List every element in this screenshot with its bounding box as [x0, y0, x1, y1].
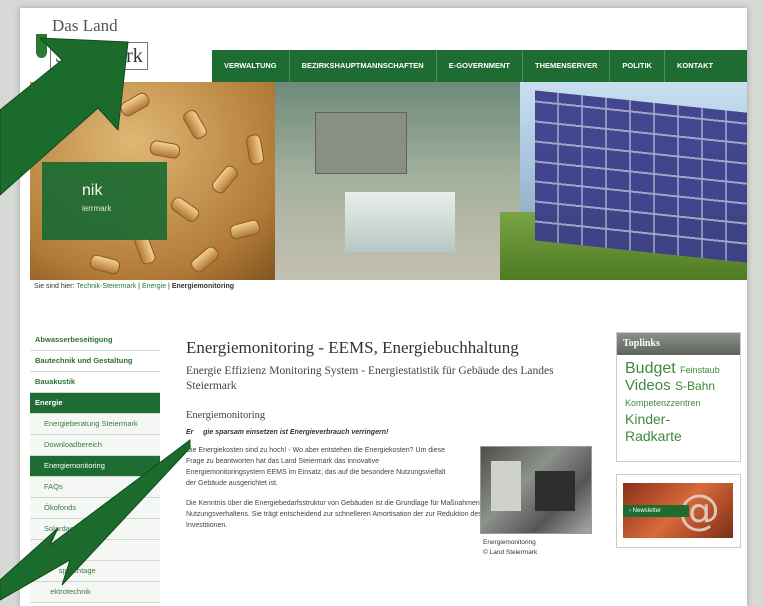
lead-text: Er gie sparsam einsetzen ist Energieverb…: [186, 429, 389, 436]
breadcrumb-prefix: Sie sind hier:: [34, 283, 75, 290]
sidebar-item-sprechtage[interactable]: sprechtage: [30, 561, 160, 582]
breadcrumb-current: Energiemonitoring: [171, 283, 235, 290]
page-subtitle: Energie Effizienz Monitoring System - En…: [186, 365, 554, 392]
banner-title: nik: [82, 182, 103, 199]
sidebar-item-partial-1[interactable]: ngen: [30, 540, 160, 561]
nav-item-kontakt[interactable]: KONTAKT: [665, 50, 725, 82]
page-title: Energiemonitoring - EEMS, Energiebuchhal…: [186, 338, 519, 357]
tag-s-bahn[interactable]: S-Bahn: [675, 379, 715, 393]
newsletter-box[interactable]: @ › Newsletter: [616, 474, 741, 548]
photo-caption: Energiemonitoring © Land Steiermark: [483, 538, 537, 558]
logo[interactable]: Das Land Steiermark: [28, 14, 163, 74]
main-nav: VERWALTUNG BEZIRKSHAUPTMANNSCHAFTEN E-GO…: [212, 50, 747, 82]
sidebar-item-faqs[interactable]: FAQs: [30, 477, 160, 498]
sidebar-item-elektrotechnik[interactable]: ektrotechnik: [30, 582, 160, 603]
banner-treatment-plant-image: [275, 82, 520, 280]
tag-budget[interactable]: Budget: [625, 360, 676, 377]
newsletter-label[interactable]: › Newsletter: [623, 505, 689, 517]
newsletter-image: @ › Newsletter: [623, 483, 733, 538]
nav-item-verwaltung[interactable]: VERWALTUNG: [212, 50, 290, 82]
sidebar-item-oekofonds[interactable]: Ökofonds: [30, 498, 160, 519]
photo-caption-credit: © Land Steiermark: [483, 549, 538, 556]
tag-videos[interactable]: Videos: [625, 377, 671, 394]
section-heading: Energiemonitoring: [186, 410, 266, 421]
sidebar-item-solardach[interactable]: Solardac ermark: [30, 519, 160, 540]
breadcrumb-separator: |: [168, 283, 170, 290]
sidebar-item-energiemonitoring[interactable]: Energiemonitoring: [30, 456, 160, 477]
energiemonitoring-photo[interactable]: [480, 446, 592, 534]
toplinks-box: Toplinks Budget Feinstaub Videos S-Bahn …: [616, 332, 741, 462]
logo-line-2: Steiermark: [50, 42, 148, 70]
paragraph-1: Die Energiekosten sind zu hoch! - Wo abe…: [186, 447, 446, 487]
nav-item-politik[interactable]: POLITIK: [610, 50, 665, 82]
sidebar-item-abwasserbeseitigung[interactable]: Abwasserbeseitigung: [30, 330, 160, 351]
banner-subtitle: ierrmark: [82, 204, 112, 213]
banner-title-box: nik ierrmark: [42, 162, 167, 240]
logo-line-1: Das Land: [52, 16, 118, 35]
sidebar-nav: Abwasserbeseitigung Bautechnik und Gesta…: [30, 330, 160, 606]
tag-kompetenzzentren[interactable]: Kompetenzzentren: [625, 398, 701, 408]
breadcrumb: Sie sind hier: Technik-Steiermark | Ener…: [34, 283, 234, 290]
tag-feinstaub[interactable]: Feinstaub: [680, 365, 720, 375]
tag-radkarte[interactable]: Radkarte: [625, 428, 682, 444]
toplinks-header: Toplinks: [617, 333, 740, 355]
page-container: Das Land Steiermark VERWALTUNG BEZIRKSHA…: [20, 8, 747, 606]
breadcrumb-link-technik[interactable]: Technik-Steiermark: [76, 283, 136, 290]
header-banner: nik ierrmark: [30, 82, 747, 280]
breadcrumb-separator: |: [138, 283, 140, 290]
nav-item-e-government[interactable]: E-GOVERNMENT: [437, 50, 523, 82]
sidebar-item-downloadbereich[interactable]: Downloadbereich: [30, 435, 160, 456]
crest-icon: [36, 34, 47, 58]
sidebar-item-bauakustik[interactable]: Bauakustik: [30, 372, 160, 393]
tag-kinder[interactable]: Kinder-: [625, 411, 670, 427]
photo-caption-title: Energiemonitoring: [483, 539, 536, 546]
sidebar-item-energie[interactable]: Energie: [30, 393, 160, 414]
sidebar-item-bautechnik[interactable]: Bautechnik und Gestaltung: [30, 351, 160, 372]
nav-item-themenserver[interactable]: THEMENSERVER: [523, 50, 611, 82]
nav-item-bezirkshauptmannschaften[interactable]: BEZIRKSHAUPTMANNSCHAFTEN: [290, 50, 437, 82]
sidebar-item-energieberatung[interactable]: Energieberatung Steiermark: [30, 414, 160, 435]
breadcrumb-link-energie[interactable]: Energie: [142, 283, 166, 290]
